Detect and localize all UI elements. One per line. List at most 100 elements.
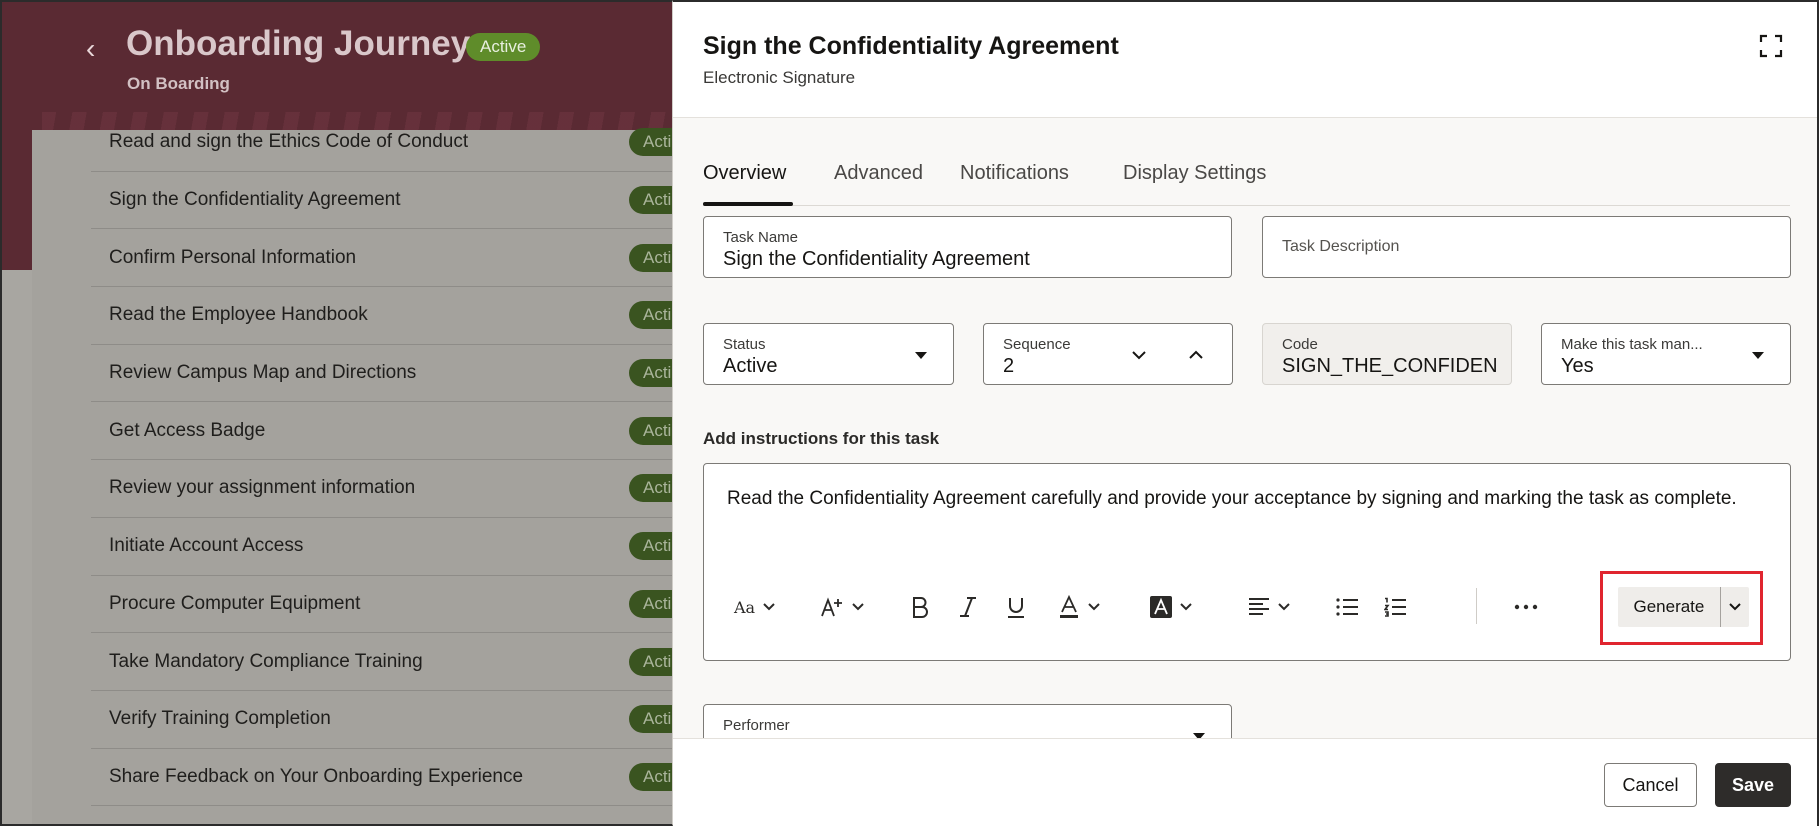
numbered-list-button[interactable]	[1384, 590, 1406, 624]
mandatory-select[interactable]: Make this task man... Yes	[1541, 323, 1791, 385]
task-label: Take Mandatory Compliance Training	[109, 650, 423, 672]
chevron-down-icon	[852, 603, 864, 611]
task-detail-drawer: Sign the Confidentiality Agreement Elect…	[672, 0, 1819, 826]
task-label: Sign the Confidentiality Agreement	[109, 189, 401, 211]
caret-down-icon	[1752, 352, 1764, 359]
generate-options-button[interactable]	[1721, 587, 1749, 627]
more-options-button[interactable]	[1514, 590, 1538, 624]
status-value: Active	[723, 355, 778, 377]
chevron-down-icon	[1088, 603, 1100, 611]
task-row[interactable]: Procure Computer Equipment Acti	[91, 576, 709, 634]
italic-button[interactable]	[958, 590, 978, 624]
status-badge: Active	[466, 33, 541, 61]
drawer-footer: Cancel Save	[673, 738, 1817, 826]
task-label: Read the Employee Handbook	[109, 304, 368, 326]
underline-button[interactable]	[1006, 590, 1026, 624]
active-tab-indicator	[703, 202, 793, 206]
task-row[interactable]: Confirm Personal Information Acti	[91, 229, 709, 288]
instructions-text[interactable]: Read the Confidentiality Agreement caref…	[727, 488, 1737, 510]
task-label: Review your assignment information	[109, 477, 416, 499]
task-row[interactable]: Take Mandatory Compliance Training Acti	[91, 633, 709, 691]
task-label: Read and sign the Ethics Code of Conduct	[109, 131, 469, 153]
code-field: Code SIGN_THE_CONFIDENTI	[1262, 323, 1512, 385]
status-label: Status	[723, 336, 766, 353]
code-label: Code	[1282, 336, 1318, 353]
task-label: Initiate Account Access	[109, 535, 304, 557]
tab-notifications[interactable]: Notifications	[960, 162, 1069, 185]
caret-down-icon	[915, 352, 927, 359]
text-color-button[interactable]	[1058, 590, 1102, 624]
text-color-icon	[1060, 595, 1078, 618]
performer-label: Performer	[723, 717, 790, 734]
drawer-header: Sign the Confidentiality Agreement Elect…	[673, 2, 1817, 118]
chevron-up-icon[interactable]	[1187, 346, 1205, 364]
highlight-color-icon	[1150, 596, 1172, 618]
task-row[interactable]: Verify Training Completion Acti	[91, 691, 709, 749]
task-row[interactable]: Sign the Confidentiality Agreement Acti	[91, 172, 709, 230]
font-size-button[interactable]	[820, 590, 866, 624]
task-label: Confirm Personal Information	[109, 246, 357, 268]
tab-bar: Overview Advanced Notifications Display …	[703, 138, 1790, 206]
sequence-label: Sequence	[1003, 336, 1071, 353]
cancel-button[interactable]: Cancel	[1604, 763, 1697, 807]
bold-icon	[913, 597, 928, 618]
fullscreen-icon[interactable]	[1759, 34, 1783, 58]
mandatory-label: Make this task man...	[1561, 336, 1703, 353]
tab-advanced[interactable]: Advanced	[834, 162, 923, 185]
save-button[interactable]: Save	[1715, 763, 1791, 807]
toolbar-divider	[1476, 588, 1477, 624]
journey-subtitle: On Boarding	[127, 74, 230, 93]
task-description-label: Task Description	[1282, 238, 1400, 255]
bullet-list-button[interactable]	[1336, 590, 1358, 624]
instructions-label: Add instructions for this task	[703, 429, 940, 448]
drawer-subtitle: Electronic Signature	[703, 68, 856, 87]
font-icon: Aa	[734, 597, 756, 617]
chevron-down-icon	[1180, 603, 1192, 611]
bold-button[interactable]	[910, 590, 930, 624]
task-row[interactable]: Read the Employee Handbook Acti	[91, 287, 709, 345]
task-row[interactable]: Get Access Badge Acti	[91, 402, 709, 461]
chevron-down-icon	[1729, 603, 1741, 611]
task-label: Verify Training Completion	[109, 708, 331, 730]
mandatory-value: Yes	[1561, 355, 1594, 377]
align-left-icon	[1249, 598, 1269, 615]
task-row[interactable]: Initiate Account Access Acti	[91, 518, 709, 576]
task-row[interactable]: Share Feedback on Your Onboarding Experi…	[91, 749, 709, 807]
font-size-icon	[821, 597, 842, 617]
task-label: Review Campus Map and Directions	[109, 362, 417, 384]
task-label: Share Feedback on Your Onboarding Experi…	[109, 765, 524, 787]
drawer-body: Overview Advanced Notifications Display …	[673, 118, 1817, 738]
generate-button[interactable]: Generate	[1618, 587, 1721, 627]
italic-icon	[960, 597, 976, 617]
sequence-stepper[interactable]: Sequence 2	[983, 323, 1233, 385]
chevron-down-icon	[1278, 603, 1290, 611]
task-row[interactable]: Read and sign the Ethics Code of Conduct…	[91, 114, 709, 172]
chevron-down-icon	[763, 603, 775, 611]
task-row[interactable]: Review your assignment information Acti	[91, 460, 709, 518]
task-list: Read and sign the Ethics Code of Conduct…	[91, 114, 709, 807]
highlight-color-button[interactable]	[1150, 590, 1194, 624]
journey-title: Onboarding Journey	[126, 24, 471, 63]
back-icon[interactable]: ‹	[86, 34, 110, 64]
sequence-value: 2	[1003, 355, 1015, 377]
performer-select[interactable]: Performer	[703, 704, 1232, 738]
chevron-down-icon[interactable]	[1130, 346, 1148, 364]
drawer-title: Sign the Confidentiality Agreement	[703, 32, 1119, 60]
task-label: Procure Computer Equipment	[109, 592, 361, 614]
underline-icon	[1008, 598, 1024, 618]
generate-split-button[interactable]: Generate	[1615, 584, 1752, 630]
task-name-value: Sign the Confidentiality Agreement	[723, 248, 1030, 270]
status-select[interactable]: Status Active	[703, 323, 954, 385]
numbered-list-icon	[1384, 597, 1406, 617]
task-name-label: Task Name	[723, 229, 799, 246]
font-style-button[interactable]: Aa	[734, 590, 777, 624]
bullet-list-icon	[1336, 598, 1358, 616]
tab-overview[interactable]: Overview	[703, 162, 786, 185]
task-label: Get Access Badge	[109, 419, 266, 441]
task-description-field[interactable]: Task Description	[1262, 216, 1791, 278]
code-value: SIGN_THE_CONFIDENTI	[1282, 355, 1497, 377]
task-name-field[interactable]: Task Name Sign the Confidentiality Agree…	[703, 216, 1232, 278]
align-button[interactable]	[1248, 590, 1292, 624]
task-row[interactable]: Review Campus Map and Directions Acti	[91, 345, 709, 403]
tab-display-settings[interactable]: Display Settings	[1123, 162, 1266, 185]
